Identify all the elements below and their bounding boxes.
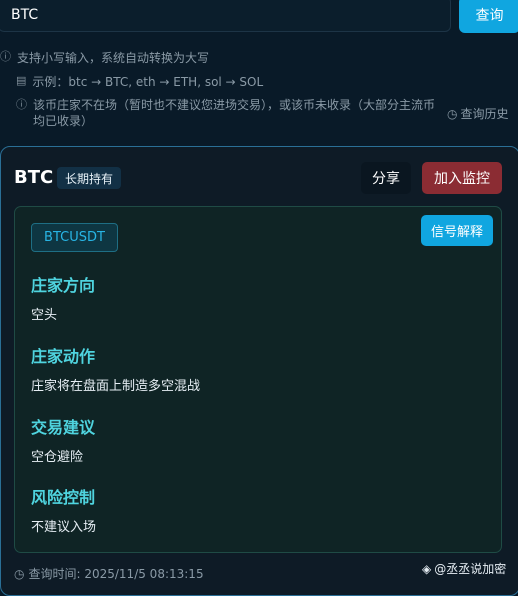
hint-uppercase-text: 支持小写输入，系统自动转换为大写 [17, 51, 210, 65]
document-icon: ▤ [16, 74, 27, 87]
query-time: ◷ 查询时间: 2025/11/5 08:13:15 [14, 565, 204, 582]
warning-icon: ⓘ [16, 98, 27, 111]
hint-warning-text: 该币庄家不在场（暂时也不建议您进场交易），或该币未收录（大部分主流币均已收录） [33, 98, 436, 128]
section-title-advice: 交易建议 [31, 418, 96, 437]
pair-tag: BTCUSDT [31, 223, 118, 252]
diamond-logo-icon: ◈ [422, 561, 432, 576]
section-title-direction: 庄家方向 [31, 276, 96, 295]
hint-uppercase: ⓘ 支持小写输入，系统自动转换为大写 [0, 49, 209, 66]
query-time-text: 查询时间: 2025/11/5 08:13:15 [28, 567, 204, 581]
section-value-advice: 空仓避险 [31, 450, 84, 465]
search-button[interactable]: 查询 [459, 0, 518, 33]
history-link[interactable]: ◷ 查询历史 [447, 105, 509, 122]
section-value-action: 庄家将在盘面上制造多空混战 [31, 379, 201, 394]
watermark: ◈ @丞丞说加密 [422, 560, 506, 577]
section-title-risk: 风险控制 [31, 488, 96, 507]
section-value-direction: 空头 [31, 308, 58, 323]
signal-explain-button[interactable]: 信号解释 [421, 215, 493, 246]
hint-example: ▤ 示例：btc → BTC, eth → ETH, sol → SOL [16, 73, 263, 90]
watermark-text: @丞丞说加密 [434, 562, 507, 576]
info-icon: ⓘ [0, 50, 11, 63]
section-value-risk: 不建议入场 [31, 520, 97, 535]
hold-badge: 长期持有 [57, 167, 122, 189]
clock-icon: ◷ [447, 106, 458, 121]
clock-icon: ◷ [14, 566, 25, 581]
coin-symbol: BTC [14, 167, 54, 188]
add-monitor-button[interactable]: 加入监控 [422, 162, 502, 194]
hint-warning: ⓘ 该币庄家不在场（暂时也不建议您进场交易），或该币未收录（大部分主流币均已收录… [16, 97, 436, 129]
section-title-action: 庄家动作 [31, 347, 96, 366]
history-label: 查询历史 [460, 107, 509, 121]
hint-example-text: 示例：btc → BTC, eth → ETH, sol → SOL [32, 75, 264, 89]
search-input[interactable]: BTC [0, 0, 451, 32]
share-button[interactable]: 分享 [361, 162, 411, 194]
